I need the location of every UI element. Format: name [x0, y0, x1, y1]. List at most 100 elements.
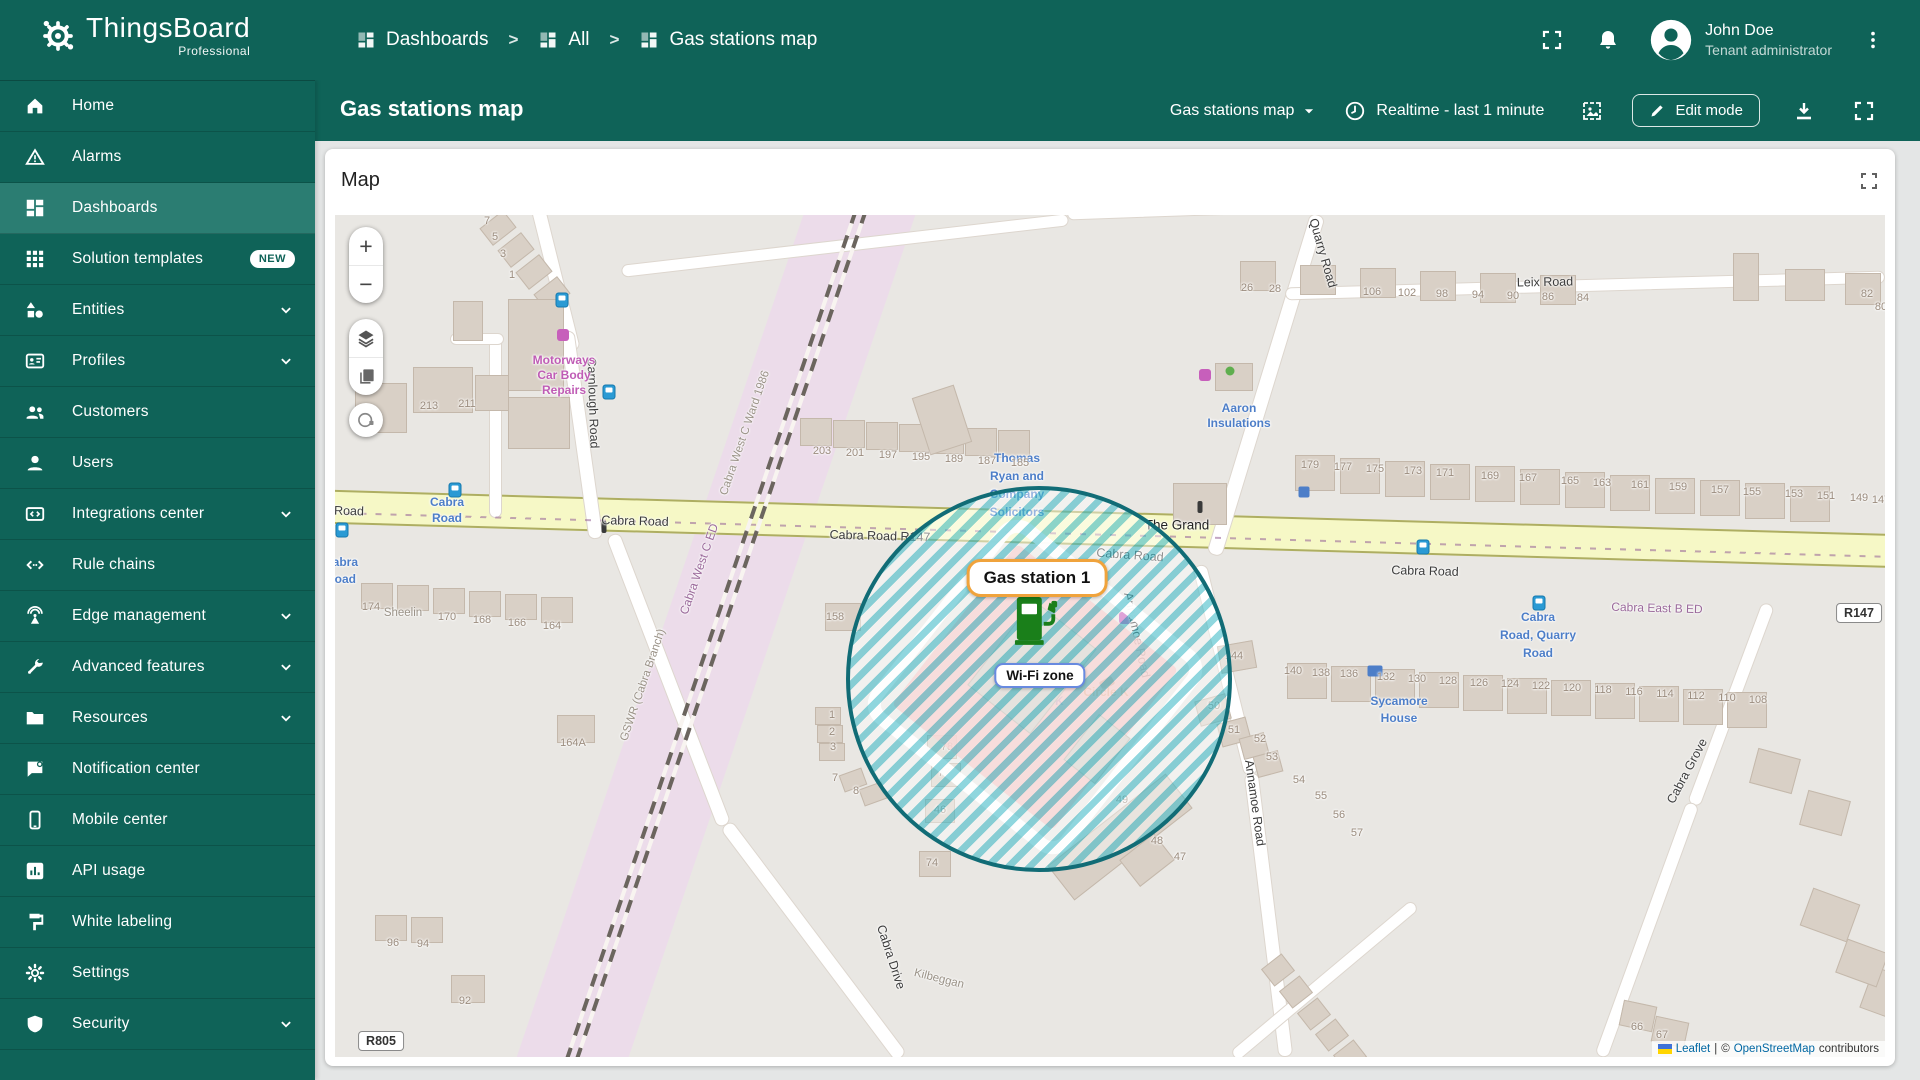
sidebar-item-integrations-center[interactable]: Integrations center	[0, 489, 315, 540]
building	[800, 418, 832, 446]
sidebar-item-resources[interactable]: Resources	[0, 693, 315, 744]
map-label: 203	[812, 445, 832, 457]
map-label: 128	[1438, 675, 1458, 687]
building	[1799, 887, 1861, 943]
map-label: 161	[1630, 479, 1650, 491]
osm-link[interactable]: OpenStreetMap	[1734, 1043, 1815, 1055]
sidebar-item-profiles[interactable]: Profiles	[0, 336, 315, 387]
sidebar-item-solution-templates[interactable]: Solution templates NEW	[0, 234, 315, 285]
page-title: Gas stations map	[340, 96, 524, 121]
chevron-down-icon	[277, 505, 295, 523]
zoom-out-button[interactable]: −	[349, 265, 383, 303]
map-widget: Map Road Cabra Road Cabra Road R147 Cabra R…	[325, 149, 1895, 1066]
map-label: 126	[1469, 677, 1489, 689]
map-label: Road	[1523, 646, 1553, 660]
expand-icon	[1861, 173, 1877, 189]
sidebar-item-advanced-features[interactable]: Advanced features	[0, 642, 315, 693]
sidebar-item-dashboards[interactable]: Dashboards	[0, 183, 315, 234]
breadcrumb-separator: >	[609, 30, 620, 49]
sidebar-item-label: Solution templates	[72, 250, 204, 267]
building	[508, 397, 570, 449]
map-label: 92	[458, 995, 472, 1007]
pages-icon	[359, 369, 374, 384]
map-label: Road	[335, 572, 356, 586]
map-label: 158	[825, 611, 845, 623]
map-label: 167	[1518, 472, 1538, 484]
sidebar-item-settings[interactable]: Settings	[0, 948, 315, 999]
bus-stop-icon	[555, 292, 569, 308]
sidebar-item-label: Mobile center	[72, 811, 168, 828]
mobile-icon	[24, 809, 46, 831]
more-menu-button[interactable]	[1858, 25, 1888, 55]
sidebar-item-customers[interactable]: Customers	[0, 387, 315, 438]
profiles-icon	[24, 350, 46, 372]
sidebar-item-entities[interactable]: Entities	[0, 285, 315, 336]
widget-fullscreen-button[interactable]	[1857, 169, 1881, 193]
toolbar-fullscreen-button[interactable]	[1850, 97, 1878, 125]
map-label: 122	[1531, 680, 1551, 692]
chevron-down-icon	[277, 658, 295, 676]
notifications-button[interactable]	[1593, 25, 1623, 55]
sidebar-item-alarms[interactable]: Alarms	[0, 132, 315, 183]
draw-circle-button[interactable]	[349, 403, 383, 437]
map-label: 94	[1471, 289, 1485, 301]
map-label: 28	[1268, 283, 1282, 295]
layers-icon	[358, 330, 374, 348]
dashboard-content: Map Road Cabra Road Cabra Road R147 Cabra R…	[315, 141, 1920, 1080]
layers-button[interactable]	[349, 319, 383, 357]
building	[475, 375, 509, 411]
sidebar-item-label: Notification center	[72, 760, 200, 777]
download-icon	[1797, 102, 1811, 119]
station-tooltip[interactable]: Gas station 1	[966, 559, 1108, 597]
building	[833, 420, 865, 448]
sidebar-item-mobile-center[interactable]: Mobile center	[0, 795, 315, 846]
integrations-icon	[24, 503, 46, 525]
map-label: Kilbeggan	[912, 966, 966, 992]
breadcrumb-item[interactable]: Dashboards	[356, 29, 488, 51]
map-label: 53	[1265, 751, 1279, 763]
sidebar-item-home[interactable]: Home	[0, 81, 315, 132]
sidebar-item-users[interactable]: Users	[0, 438, 315, 489]
dashboard-icon	[356, 30, 376, 50]
map-label: 136	[1339, 668, 1359, 680]
bus-stop-icon	[1532, 595, 1546, 611]
map-label: 86	[1541, 291, 1555, 303]
leaflet-map[interactable]: Road Cabra Road Cabra Road R147 Cabra Road C…	[335, 215, 1885, 1057]
timewindow-button[interactable]: Realtime - last 1 minute	[1344, 100, 1544, 122]
sidebar-item-label: Profiles	[72, 352, 126, 369]
map-label: 159	[1668, 481, 1688, 493]
map-label: 140	[1283, 665, 1303, 677]
background-image-button[interactable]	[1578, 97, 1606, 125]
download-button[interactable]	[1790, 97, 1818, 125]
leaflet-link[interactable]: Leaflet	[1676, 1043, 1711, 1055]
thingsboard-logo[interactable]: ThingsBoard Professional	[38, 14, 250, 58]
map-type-button[interactable]	[349, 357, 383, 395]
sidebar-item-rule-chains[interactable]: Rule chains	[0, 540, 315, 591]
breadcrumb-item[interactable]: Gas stations map	[639, 29, 817, 51]
sidebar-item-security[interactable]: Security	[0, 999, 315, 1050]
breadcrumb-label: All	[568, 29, 590, 50]
timewindow-label: Realtime - last 1 minute	[1376, 101, 1545, 119]
map-label: 116	[1625, 686, 1643, 698]
breadcrumb-label: Dashboards	[386, 29, 489, 50]
sidebar-item-notification-center[interactable]: Notification center	[0, 744, 315, 795]
fullscreen-button[interactable]	[1537, 25, 1567, 55]
wifi-zone-tooltip[interactable]: Wi-Fi zone	[994, 663, 1086, 688]
map-label: 124	[1500, 678, 1520, 690]
gas-station-marker[interactable]	[1014, 594, 1060, 646]
edit-mode-button[interactable]: Edit mode	[1632, 94, 1760, 127]
sidebar-item-api-usage[interactable]: API usage	[0, 846, 315, 897]
map-label: Car Body	[537, 368, 591, 382]
breadcrumb-item[interactable]: All	[538, 29, 590, 51]
user-menu[interactable]: John Doe Tenant administrator	[1649, 18, 1832, 62]
sidebar-item-label: Rule chains	[72, 556, 156, 573]
sidebar-item-white-labeling[interactable]: White labeling	[0, 897, 315, 948]
map-label: Cabra	[1520, 610, 1556, 624]
sidebar-item-edge-management[interactable]: Edge management	[0, 591, 315, 642]
entities-icon	[24, 299, 46, 321]
security-icon	[24, 1013, 46, 1035]
map-label: 55	[1314, 790, 1328, 802]
bus-stop-icon	[602, 384, 616, 400]
dashboard-select[interactable]: Gas stations map	[1170, 102, 1317, 120]
zoom-in-button[interactable]: +	[349, 227, 383, 265]
